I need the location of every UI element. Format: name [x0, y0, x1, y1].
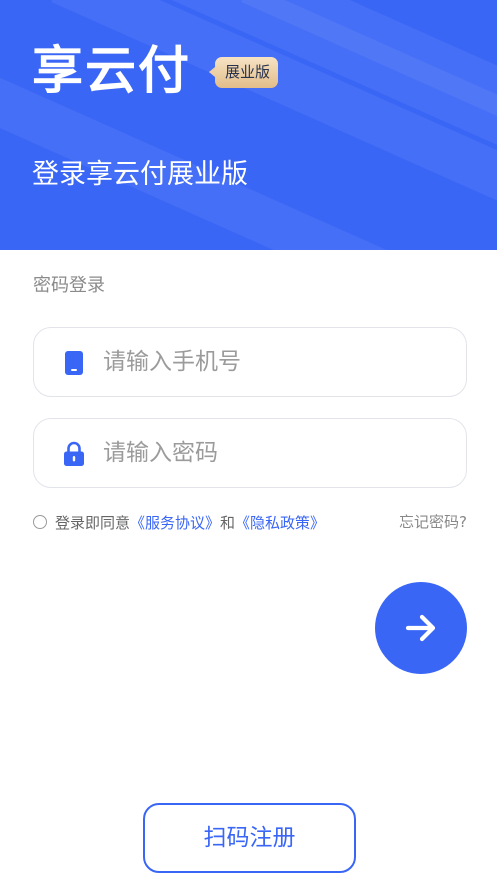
agreement-row: 登录即同意 《服务协议》 和 《隐私政策》 — [33, 510, 325, 534]
brand-logo: 享云付 — [32, 42, 192, 101]
privacy-policy-link[interactable]: 《隐私政策》 — [235, 512, 325, 533]
password-field[interactable] — [33, 418, 467, 488]
phone-field[interactable] — [33, 327, 467, 397]
page-title: 登录享云付展业版 — [32, 159, 248, 190]
agreement-checkbox[interactable] — [33, 515, 47, 529]
header-banner: 享云付 展业版 登录享云付展业版 — [0, 0, 497, 250]
login-submit-button[interactable] — [375, 582, 467, 674]
scan-register-button[interactable]: 扫码注册 — [143, 803, 356, 873]
forgot-password-link[interactable]: 忘记密码? — [399, 510, 467, 534]
agreement-conjunction: 和 — [220, 513, 236, 532]
lock-icon — [64, 441, 84, 466]
password-input[interactable] — [103, 419, 443, 487]
edition-badge: 展业版 — [208, 57, 279, 88]
login-mode-label: 密码登录 — [33, 275, 105, 296]
service-agreement-link[interactable]: 《服务协议》 — [130, 512, 220, 533]
arrow-right-icon — [405, 614, 436, 642]
agreement-prefix: 登录即同意 — [55, 513, 131, 532]
phone-icon — [65, 351, 83, 375]
login-page: 享云付 展业版 登录享云付展业版 密码登录 登录即同意 《服务协议》 和 《隐私… — [0, 0, 497, 883]
phone-input[interactable] — [103, 328, 443, 396]
